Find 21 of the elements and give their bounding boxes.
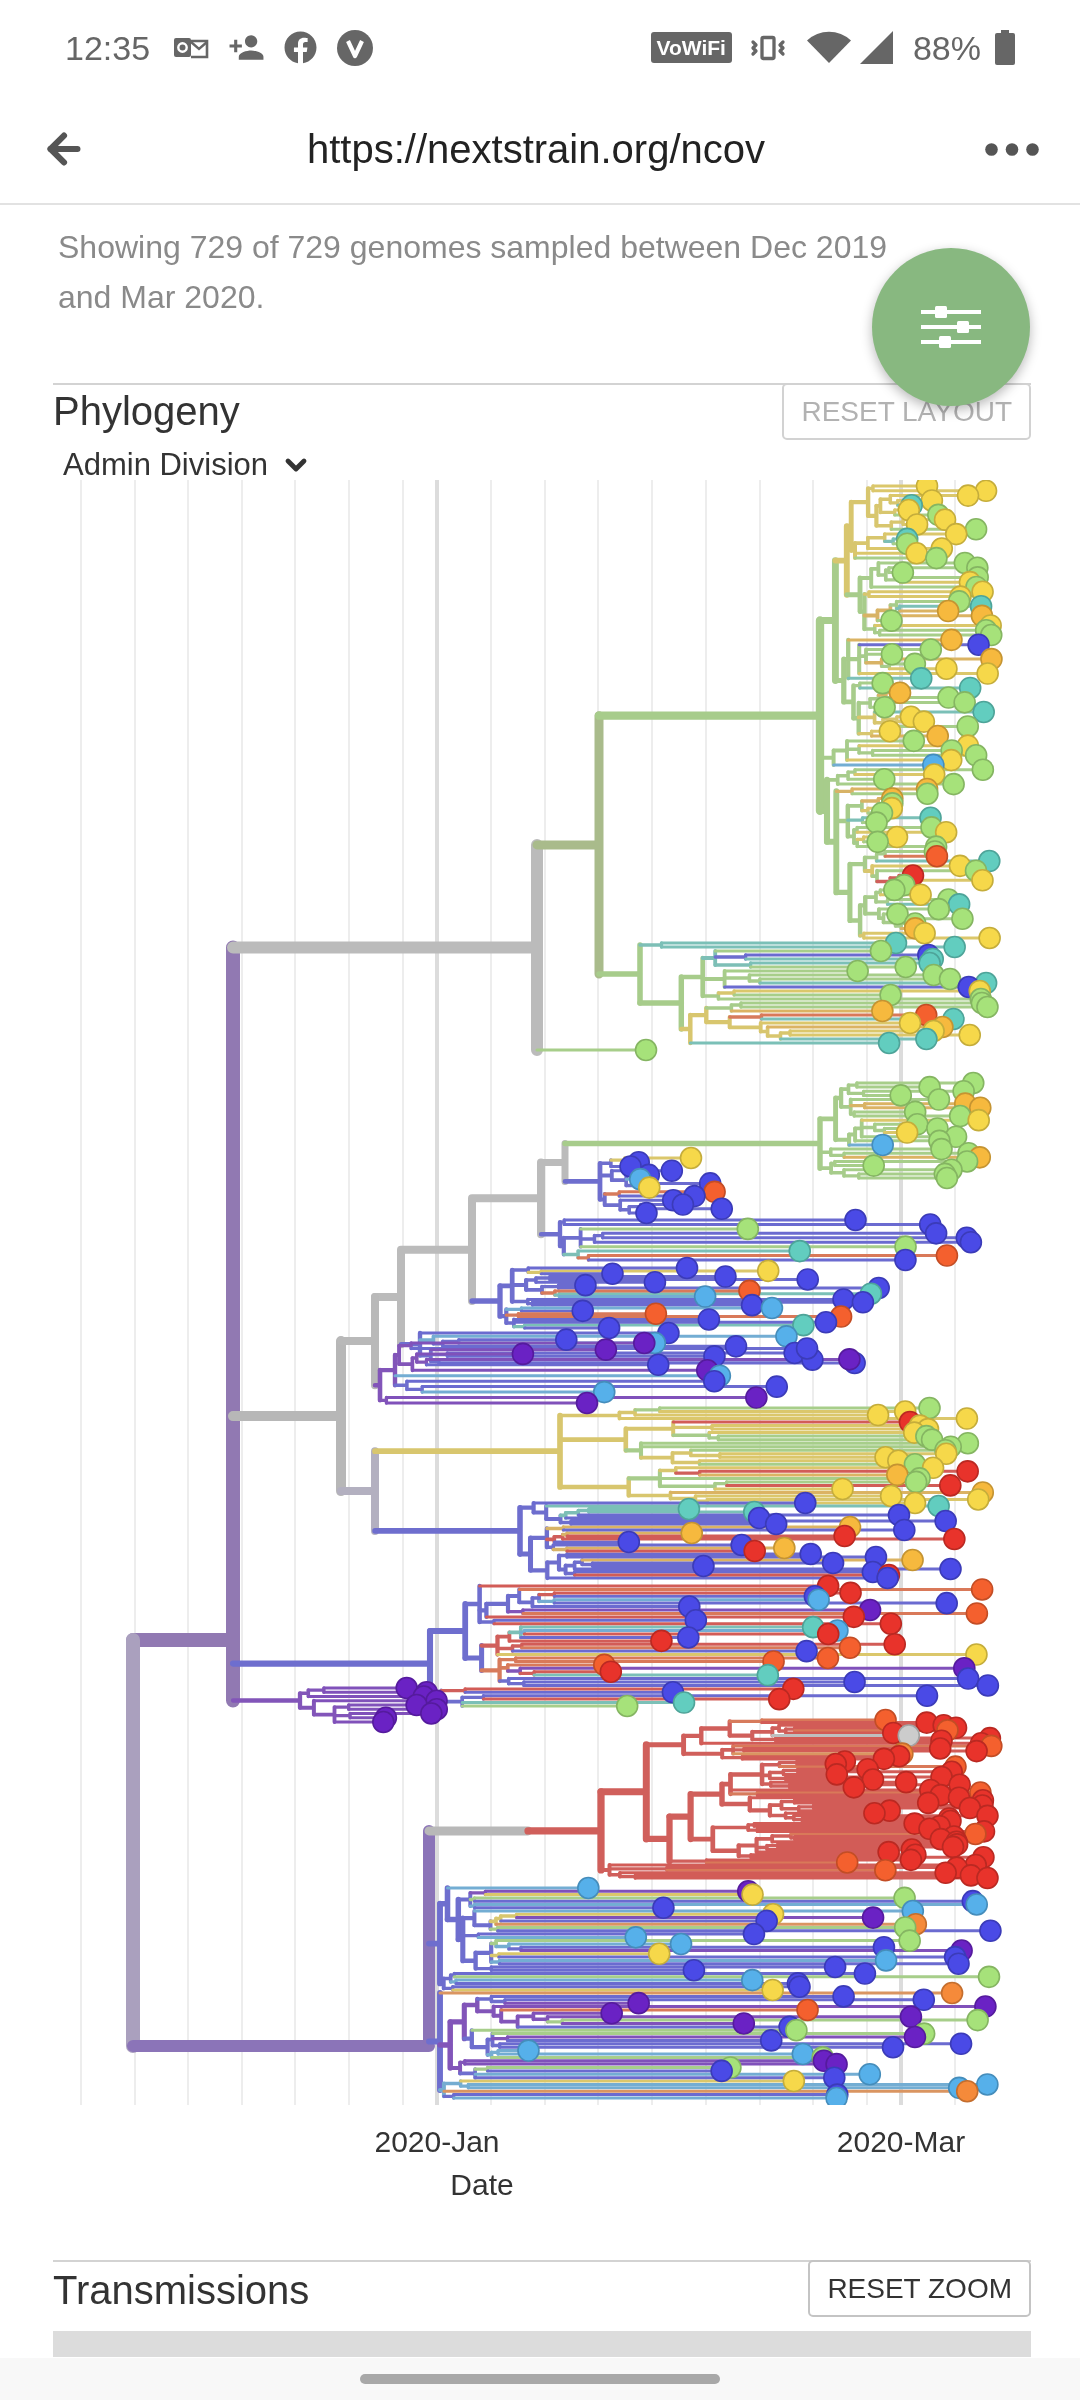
genome-summary-text: Showing 729 of 729 genomes sampled between Dec 2019 and Mar 2020.	[58, 228, 888, 317]
axis-tick-label: 2020-Jan	[374, 2125, 500, 2159]
status-time: 12:35	[65, 30, 151, 65]
vowifi-badge: VoWiFi	[650, 32, 732, 63]
circle-logo-icon	[337, 29, 374, 66]
more-button[interactable]	[985, 142, 1039, 156]
section-title: Phylogeny	[53, 388, 240, 431]
reset-zoom-button[interactable]: RESET ZOOM	[808, 2260, 1031, 2317]
axis-title: Date	[450, 2168, 514, 2202]
sliders-icon	[921, 306, 981, 348]
wifi-icon	[805, 31, 852, 64]
url-text[interactable]: https://nextstrain.org/ncov	[87, 129, 985, 169]
facebook-icon	[284, 31, 318, 64]
axis-tick-label: 2020-Mar	[836, 2125, 966, 2159]
section-title: Transmissions	[53, 2267, 310, 2310]
battery-percent: 88%	[912, 30, 981, 65]
more-icon	[985, 142, 1039, 156]
signal-icon	[859, 31, 893, 64]
battery-icon	[995, 30, 1015, 65]
gesture-handle[interactable]	[360, 2374, 720, 2384]
color-by-dropdown[interactable]: Admin Division	[63, 450, 312, 480]
